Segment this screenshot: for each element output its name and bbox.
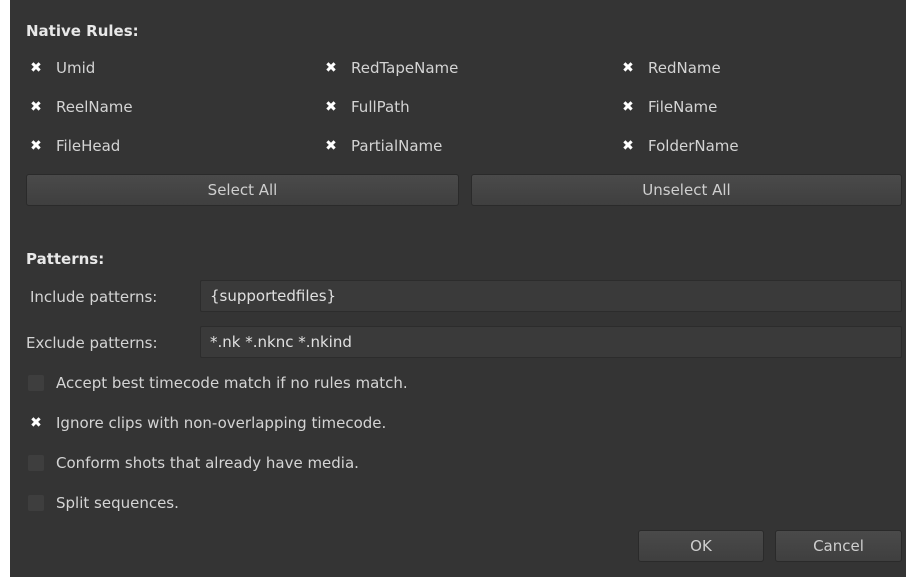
rule-reelname-checkbox[interactable]: ✖ (28, 99, 44, 115)
rule-redname-checkbox[interactable]: ✖ (620, 60, 636, 76)
option-accept-best-timecode-checkbox[interactable] (28, 375, 44, 391)
rule-foldername-checkbox[interactable]: ✖ (620, 138, 636, 154)
option-ignore-non-overlapping-checkbox[interactable]: ✖ (28, 415, 44, 431)
rule-umid-label: Umid (56, 59, 96, 77)
rule-partialname-label: PartialName (351, 137, 443, 155)
option-split-sequences-label: Split sequences. (56, 494, 179, 512)
ok-button[interactable]: OK (638, 530, 764, 562)
conform-options-dialog: Native Rules: ✖ Umid ✖ RedTapeName ✖ Red… (10, 0, 906, 577)
option-split-sequences-checkbox[interactable] (28, 495, 44, 511)
rule-filehead[interactable]: ✖ FileHead (28, 135, 120, 157)
option-accept-best-timecode-label: Accept best timecode match if no rules m… (56, 374, 408, 392)
rule-foldername-label: FolderName (648, 137, 739, 155)
rule-umid-checkbox[interactable]: ✖ (28, 60, 44, 76)
option-conform-shots-with-media-label: Conform shots that already have media. (56, 454, 359, 472)
rule-fullpath-checkbox[interactable]: ✖ (323, 99, 339, 115)
rule-redtapename-label: RedTapeName (351, 59, 459, 77)
native-rules-title: Native Rules: (26, 22, 139, 40)
cancel-button[interactable]: Cancel (775, 530, 902, 562)
include-patterns-label: Include patterns: (30, 288, 158, 306)
rule-filename-checkbox[interactable]: ✖ (620, 99, 636, 115)
option-conform-shots-with-media-checkbox[interactable] (28, 455, 44, 471)
option-split-sequences[interactable]: Split sequences. (28, 492, 179, 514)
rule-filehead-checkbox[interactable]: ✖ (28, 138, 44, 154)
option-accept-best-timecode[interactable]: Accept best timecode match if no rules m… (28, 372, 408, 394)
rule-filename[interactable]: ✖ FileName (620, 96, 717, 118)
rule-redtapename[interactable]: ✖ RedTapeName (323, 57, 458, 79)
rule-partialname[interactable]: ✖ PartialName (323, 135, 442, 157)
rule-redtapename-checkbox[interactable]: ✖ (323, 60, 339, 76)
option-ignore-non-overlapping[interactable]: ✖ Ignore clips with non-overlapping time… (28, 412, 386, 434)
include-patterns-input[interactable] (200, 280, 902, 312)
rule-fullpath-label: FullPath (351, 98, 410, 116)
rule-filehead-label: FileHead (56, 137, 121, 155)
select-all-button[interactable]: Select All (26, 174, 459, 206)
rule-reelname[interactable]: ✖ ReelName (28, 96, 133, 118)
option-ignore-non-overlapping-label: Ignore clips with non-overlapping timeco… (56, 414, 387, 432)
rule-redname-label: RedName (648, 59, 721, 77)
rule-partialname-checkbox[interactable]: ✖ (323, 138, 339, 154)
rule-umid[interactable]: ✖ Umid (28, 57, 95, 79)
unselect-all-button[interactable]: Unselect All (471, 174, 902, 206)
rule-filename-label: FileName (648, 98, 718, 116)
rule-reelname-label: ReelName (56, 98, 133, 116)
rule-redname[interactable]: ✖ RedName (620, 57, 721, 79)
patterns-title: Patterns: (26, 250, 105, 268)
option-conform-shots-with-media[interactable]: Conform shots that already have media. (28, 452, 359, 474)
rule-foldername[interactable]: ✖ FolderName (620, 135, 739, 157)
rule-fullpath[interactable]: ✖ FullPath (323, 96, 410, 118)
exclude-patterns-input[interactable] (200, 326, 902, 358)
exclude-patterns-label: Exclude patterns: (26, 334, 158, 352)
